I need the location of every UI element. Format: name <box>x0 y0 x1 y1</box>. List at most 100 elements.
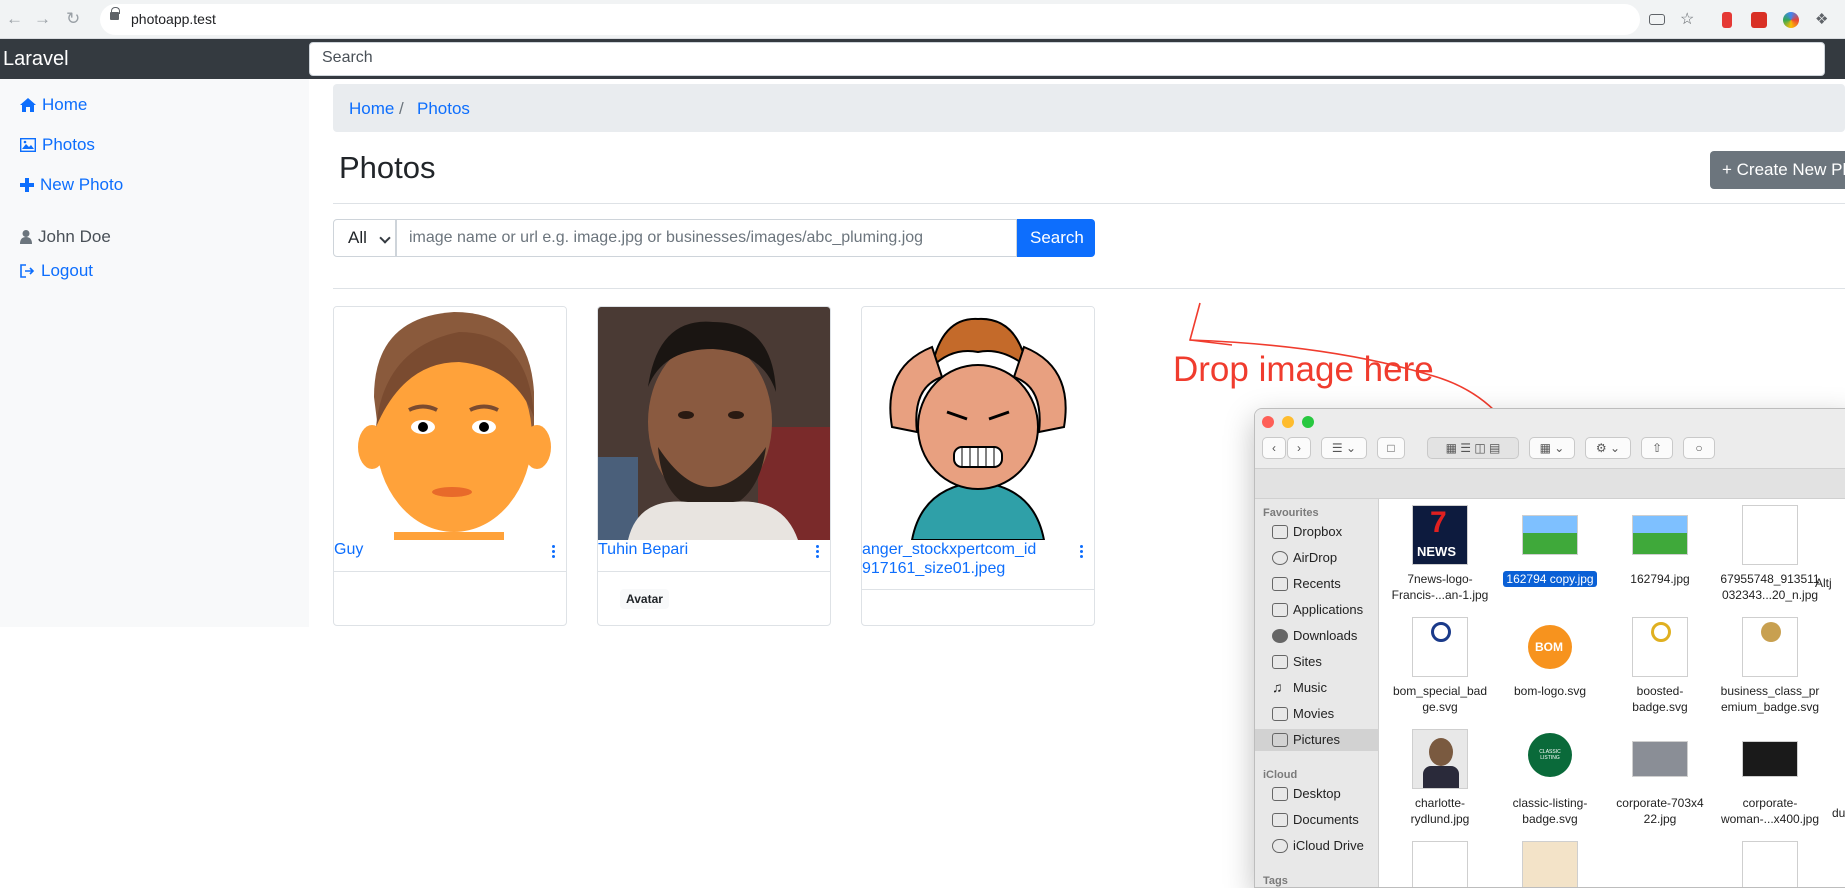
file-item[interactable]: Altj <box>1815 569 1845 591</box>
sidebar-item-home[interactable]: Home <box>20 95 87 115</box>
file-item[interactable]: bom_special_bad ge.svg <box>1385 617 1495 715</box>
extension-color-icon[interactable] <box>1783 12 1799 28</box>
camera-icon <box>1272 733 1288 747</box>
forward-icon[interactable]: › <box>1287 437 1311 459</box>
minimize-window-button[interactable] <box>1282 416 1294 428</box>
photo-thumbnail-anger[interactable] <box>862 307 1094 540</box>
back-icon[interactable]: ← <box>6 9 23 29</box>
file-item[interactable] <box>1385 841 1495 887</box>
file-item[interactable] <box>1495 841 1605 887</box>
recents-icon <box>1272 577 1288 591</box>
sidebar-item-photos[interactable]: Photos <box>20 135 95 155</box>
bookmark-star-icon[interactable]: ☆ <box>1680 9 1696 28</box>
file-item[interactable] <box>1605 841 1715 887</box>
reload-icon[interactable]: ↻ <box>66 9 80 29</box>
user-name: John Doe <box>38 227 111 246</box>
file-thumbnail <box>1412 841 1468 887</box>
finder-sidebar-desktop[interactable]: Desktop <box>1255 783 1379 805</box>
file-item[interactable]: 162794.jpg <box>1605 505 1715 587</box>
file-item[interactable]: 67955748_913511 032343...20_n.jpg <box>1715 505 1825 603</box>
home-icon <box>20 98 36 112</box>
view-options-icon[interactable]: ▦ ⌄ <box>1529 437 1575 459</box>
file-name: charlotte-rydlund.jpg <box>1410 796 1470 826</box>
card-title[interactable]: Guy <box>334 540 363 559</box>
brand-logo[interactable]: Laravel <box>3 48 69 71</box>
cast-icon[interactable] <box>1649 14 1665 25</box>
forward-icon[interactable]: → <box>34 9 51 29</box>
file-name: classic-listing-badge.svg <box>1512 796 1588 826</box>
file-item[interactable]: corporate-703x4 22.jpg <box>1605 729 1715 827</box>
search-button[interactable]: Search <box>1017 219 1095 257</box>
image-query-input[interactable]: image name or url e.g. image.jpg or busi… <box>396 219 1017 257</box>
file-item[interactable]: business_class_pr emium_badge.svg <box>1715 617 1825 715</box>
new-folder-icon[interactable]: □ <box>1377 437 1405 459</box>
extension-lighthouse-icon[interactable] <box>1722 12 1732 28</box>
more-options-icon[interactable] <box>816 545 820 560</box>
breadcrumb-separator: / <box>399 99 404 118</box>
file-item-selected[interactable]: 162794 copy.jpg <box>1495 505 1605 587</box>
tag-icon[interactable]: ○ <box>1683 437 1715 459</box>
finder-sidebar-music[interactable]: ♫ Music <box>1255 677 1379 699</box>
finder-sidebar-label: Movies <box>1293 706 1335 721</box>
group-by-icon[interactable]: ☰ ⌄ <box>1321 437 1367 459</box>
zoom-window-button[interactable] <box>1302 416 1314 428</box>
sign-out-icon <box>20 264 35 278</box>
file-name: 7news-logo- Francis-...an-1.jpg <box>1391 572 1489 602</box>
finder-toolbar: ‹ › ☰ ⌄ □ ▦ ☰ ◫ ▤ ▦ ⌄ ⚙ ⌄ ⇧ ○ <box>1255 409 1845 469</box>
file-name: boosted-badge.svg <box>1632 684 1688 714</box>
card-title[interactable]: Tuhin Bepari <box>598 540 688 559</box>
share-icon[interactable]: ⇧ <box>1641 437 1673 459</box>
breadcrumb-home[interactable]: Home <box>349 99 394 119</box>
view-mode-switch[interactable]: ▦ ☰ ◫ ▤ <box>1427 437 1519 459</box>
file-item[interactable]: CLASSIC LISTING classic-listing-badge.sv… <box>1495 729 1605 827</box>
more-options-icon[interactable] <box>1080 545 1084 560</box>
breadcrumb-photos[interactable]: Photos <box>417 99 470 119</box>
finder-sidebar-applications[interactable]: Applications <box>1255 599 1379 621</box>
finder-sidebar-recents[interactable]: Recents <box>1255 573 1379 595</box>
file-name: bom-logo.svg <box>1513 684 1587 698</box>
photo-thumbnail-guy[interactable] <box>334 307 566 540</box>
file-name: corporate-703x4 22.jpg <box>1616 796 1704 826</box>
file-thumbnail: 7 NEWS <box>1412 505 1468 565</box>
card-title-line-1[interactable]: anger_stockxpertcom_id <box>862 540 1036 559</box>
applications-icon <box>1272 603 1288 617</box>
back-icon[interactable]: ‹ <box>1262 437 1286 459</box>
sidebar-item-new-photo[interactable]: New Photo <box>20 175 123 195</box>
file-item[interactable]: boosted-badge.svg <box>1605 617 1715 715</box>
close-window-button[interactable] <box>1262 416 1274 428</box>
finder-sidebar-dropbox[interactable]: Dropbox <box>1255 521 1379 543</box>
file-item[interactable]: du <box>1832 799 1845 821</box>
address-bar[interactable] <box>100 4 1640 35</box>
file-name: bom_special_bad ge.svg <box>1392 684 1488 714</box>
photo-thumbnail-tuhin-bepari[interactable] <box>598 307 830 540</box>
finder-sidebar-pictures[interactable]: Pictures <box>1255 729 1379 751</box>
file-item[interactable]: 7 NEWS 7news-logo- Francis-...an-1.jpg <box>1385 505 1495 603</box>
extension-red-icon[interactable] <box>1751 12 1767 28</box>
finder-sidebar-downloads[interactable]: Downloads <box>1255 625 1379 647</box>
finder-sidebar-label: Desktop <box>1293 786 1341 801</box>
finder-sidebar-sites[interactable]: Sites <box>1255 651 1379 673</box>
finder-sidebar-icloud-drive[interactable]: iCloud Drive <box>1255 835 1379 857</box>
finder-sidebar-documents[interactable]: Documents <box>1255 809 1379 831</box>
extensions-puzzle-icon[interactable]: ❖ <box>1815 10 1831 28</box>
more-options-icon[interactable] <box>552 545 556 560</box>
finder-sidebar-label: Music <box>1293 680 1327 695</box>
top-navbar: Laravel Search <box>0 39 1845 79</box>
browser-toolbar: ← → ↻ photoapp.test ☆ ❖ <box>0 0 1845 39</box>
finder-sidebar-airdrop[interactable]: AirDrop <box>1255 547 1379 569</box>
file-thumbnail <box>1522 515 1578 555</box>
card-title-line-2[interactable]: 917161_size01.jpeg <box>862 559 1005 578</box>
finder-sidebar-movies[interactable]: Movies <box>1255 703 1379 725</box>
file-item[interactable]: BOM bom-logo.svg <box>1495 617 1605 699</box>
file-item[interactable]: charlotte-rydlund.jpg <box>1385 729 1495 827</box>
lock-icon <box>110 7 120 20</box>
create-new-photo-button[interactable]: + Create New Ph <box>1710 151 1845 189</box>
file-item[interactable] <box>1715 841 1825 887</box>
file-thumbnail <box>1632 741 1688 777</box>
desktop-icon <box>1272 787 1288 801</box>
gear-icon[interactable]: ⚙ ⌄ <box>1585 437 1631 459</box>
logout-link[interactable]: Logout <box>20 261 93 281</box>
navbar-search-input[interactable]: Search <box>309 42 1825 76</box>
type-select[interactable]: All <box>333 219 396 257</box>
file-item[interactable]: corporate-woman-...x400.jpg <box>1715 729 1825 827</box>
